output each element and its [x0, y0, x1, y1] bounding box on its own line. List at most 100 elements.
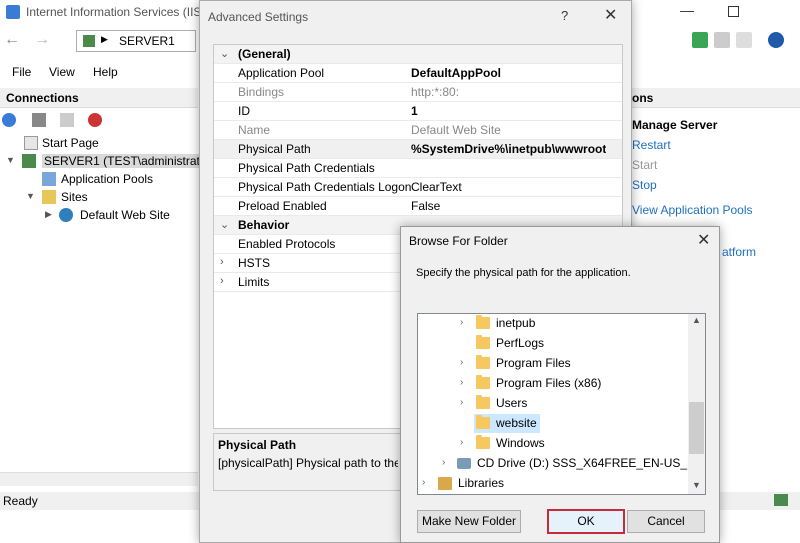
ok-button[interactable]: OK	[547, 509, 625, 534]
grid-row-physical-path[interactable]: Physical Path %SystemDrive%\inetpub\wwwr…	[214, 140, 622, 159]
tree-item-perflogs[interactable]: PerfLogs	[418, 334, 688, 353]
tree-item-libraries[interactable]: › Libraries	[418, 474, 688, 493]
menu-file[interactable]: File	[12, 65, 31, 79]
grid-category-general[interactable]: ⌄ (General)	[214, 45, 622, 64]
close-button[interactable]: ✕	[604, 5, 617, 25]
advanced-settings-title: Advanced Settings	[208, 10, 309, 24]
tree-item-label: Program Files	[496, 356, 571, 370]
connections-header: Connections	[0, 88, 198, 108]
grid-row-credentials-logon[interactable]: Physical Path Credentials Logon ClearTex…	[214, 178, 622, 197]
tree-server[interactable]: SERVER1 (TEST\administrator)	[42, 154, 217, 168]
chevron-right-icon[interactable]: ›	[460, 397, 463, 408]
toolbar-right	[692, 32, 800, 50]
start-page-icon	[24, 136, 38, 150]
server-icon	[22, 154, 36, 168]
collapse-icon[interactable]: ⌄	[220, 47, 229, 60]
tree-item-windows[interactable]: › Windows	[418, 434, 688, 453]
folder-icon	[476, 415, 490, 429]
chevron-right-icon[interactable]: ›	[460, 317, 463, 328]
action-platform[interactable]: atform	[722, 245, 756, 259]
grid-row-application-pool[interactable]: Application Pool DefaultAppPool	[214, 64, 622, 83]
minimize-button[interactable]: —	[680, 2, 694, 18]
tree-scrollbar[interactable]: ▲ ▼	[688, 314, 705, 494]
collapse-icon[interactable]: ⌄	[220, 218, 229, 231]
menu-help[interactable]: Help	[93, 65, 118, 79]
tree-item-users[interactable]: › Users	[418, 394, 688, 413]
tree-item-program-files-x86[interactable]: › Program Files (x86)	[418, 374, 688, 393]
tree-item-website[interactable]: website	[474, 414, 540, 433]
sites-expand-icon[interactable]: ▼	[26, 191, 35, 201]
breadcrumb-server[interactable]: SERVER1	[119, 34, 175, 48]
grid-row-name: Application Pool	[238, 66, 325, 80]
chevron-right-icon[interactable]: ›	[460, 437, 463, 448]
status-text: Ready	[3, 494, 38, 508]
expand-icon[interactable]: ›	[220, 275, 224, 287]
grid-row-preload-enabled[interactable]: Preload Enabled False	[214, 197, 622, 216]
maximize-button[interactable]	[728, 6, 739, 17]
tree-item-label: website	[496, 416, 537, 430]
help-icon[interactable]	[768, 32, 784, 48]
chevron-right-icon[interactable]: ›	[460, 357, 463, 368]
make-new-folder-button[interactable]: Make New Folder	[417, 510, 521, 533]
grid-row-name: Physical Path	[238, 142, 311, 156]
tree-item-program-files[interactable]: › Program Files	[418, 354, 688, 373]
chevron-right-icon[interactable]: ›	[442, 457, 445, 468]
grid-row-value: ClearText	[411, 180, 462, 194]
scroll-thumb[interactable]	[689, 402, 704, 454]
tree-start-page[interactable]: Start Page	[42, 136, 99, 150]
help-button[interactable]: ?	[561, 8, 568, 23]
back-button[interactable]: ←	[4, 31, 20, 49]
scroll-up-icon[interactable]: ▲	[692, 315, 701, 325]
connect-icon[interactable]	[2, 113, 16, 127]
address-bar[interactable]: ▶ SERVER1	[76, 30, 196, 52]
grid-row-name: Physical Path Credentials	[238, 161, 375, 175]
connections-title: Connections	[6, 91, 79, 105]
iis-app-icon	[6, 5, 20, 19]
stop-icon[interactable]	[714, 32, 730, 48]
action-start[interactable]: Start	[632, 158, 657, 172]
tree-item-label: Windows	[496, 436, 545, 450]
up-icon[interactable]	[60, 113, 74, 127]
tree-item-label: PerfLogs	[496, 336, 545, 350]
action-stop[interactable]: Stop	[632, 178, 657, 192]
grid-row-value: False	[411, 199, 441, 213]
grid-row-name: Enabled Protocols	[238, 237, 336, 251]
action-restart[interactable]: Restart	[632, 138, 671, 152]
tree-item-label: CD Drive (D:) SSS_X64FREE_EN-US_DV9	[477, 456, 706, 470]
menu-view[interactable]: View	[49, 65, 75, 79]
refresh-icon[interactable]	[692, 32, 708, 48]
tree-item-inetpub[interactable]: › inetpub	[418, 314, 688, 333]
tree-default-site[interactable]: Default Web Site	[80, 208, 170, 222]
grid-row-value: http:*:80:	[411, 85, 460, 99]
save-icon[interactable]	[32, 113, 46, 127]
browse-close-button[interactable]: ✕	[697, 230, 710, 250]
server-expand-icon[interactable]: ▼	[6, 155, 15, 165]
cancel-button[interactable]: Cancel	[627, 510, 705, 533]
folder-icon	[476, 395, 490, 409]
action-view-app-pools[interactable]: View Application Pools	[632, 203, 753, 217]
grid-row-bindings[interactable]: Bindings http:*:80:	[214, 83, 622, 102]
tree-app-pools[interactable]: Application Pools	[61, 172, 153, 186]
description-text: [physicalPath] Physical path to the	[218, 456, 398, 470]
tree-sites[interactable]: Sites	[61, 190, 88, 204]
grid-row-physical-path-credentials[interactable]: Physical Path Credentials	[214, 159, 622, 178]
expand-icon[interactable]: ›	[220, 256, 224, 268]
grid-row-name: HSTS	[238, 256, 271, 270]
grid-row-value: Default Web Site	[411, 123, 501, 137]
chevron-right-icon[interactable]: ›	[422, 477, 425, 488]
grid-row-name: Bindings	[238, 85, 285, 99]
grid-row-name-field[interactable]: Name Default Web Site	[214, 121, 622, 140]
libraries-icon	[438, 477, 452, 490]
home-icon[interactable]	[736, 32, 752, 48]
connections-hscroll[interactable]	[0, 472, 198, 486]
folder-tree[interactable]: › inetpub PerfLogs › Program Files › Pro…	[417, 313, 706, 495]
grid-row-id[interactable]: ID 1	[214, 102, 622, 121]
grid-row-name: ID	[238, 104, 250, 118]
grid-category-label: (General)	[238, 47, 291, 61]
chevron-right-icon[interactable]: ›	[460, 377, 463, 388]
scroll-down-icon[interactable]: ▼	[692, 480, 701, 490]
tree-item-cd-drive[interactable]: › CD Drive (D:) SSS_X64FREE_EN-US_DV9	[418, 454, 705, 473]
forward-button[interactable]: →	[34, 31, 50, 49]
delete-connection-icon[interactable]	[88, 113, 102, 127]
site-expand-icon[interactable]: ▶	[45, 209, 52, 220]
